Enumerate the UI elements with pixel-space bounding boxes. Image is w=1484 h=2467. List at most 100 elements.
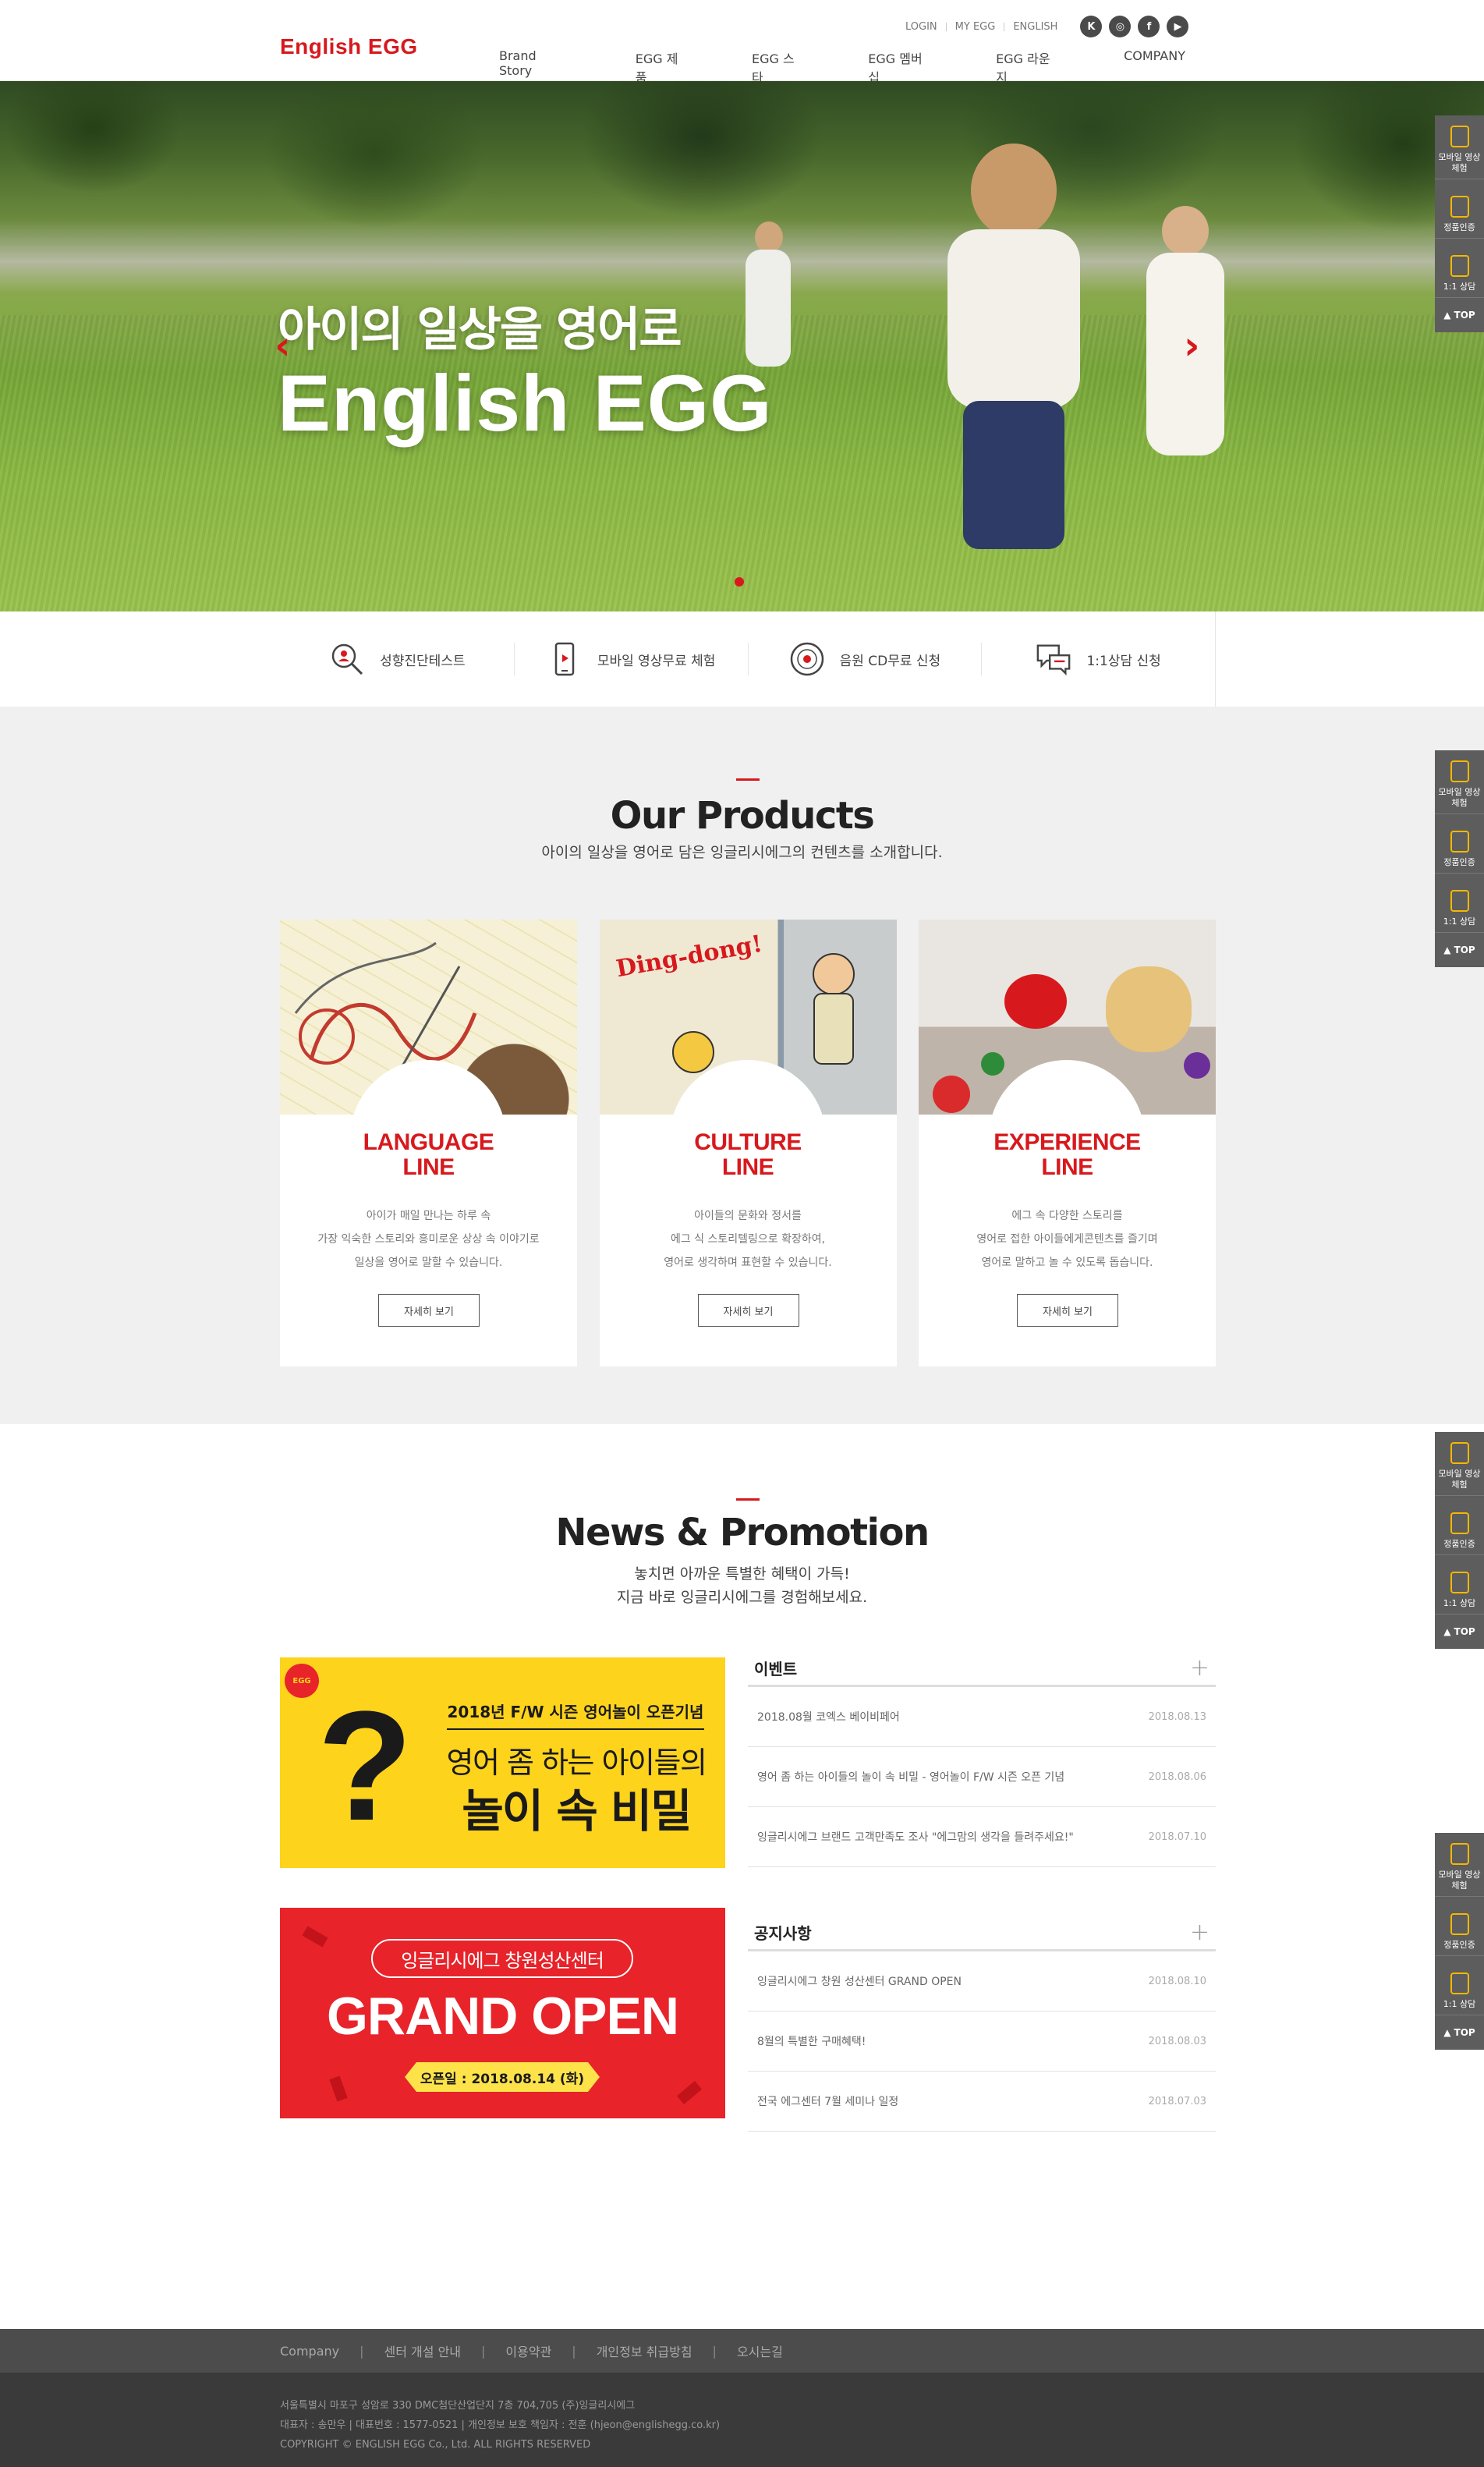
quick-item-label: 모바일 영상무료 체험 [597,653,716,669]
youtube-icon[interactable]: ▶ [1167,16,1189,37]
list-item[interactable]: 영어 좀 하는 아이들의 놀이 속 비밀 - 영어놀이 F/W 시즌 오픈 기념… [748,1747,1216,1807]
slider-pagination [735,577,744,587]
scroll-top-button[interactable]: ▲ TOP [1435,1615,1484,1649]
footer-info: 서울특별시 마포구 성암로 330 DMC첨단산업단지 7층 704,705 (… [0,2373,1484,2467]
slider-prev-button[interactable]: ‹ [274,323,291,368]
question-mark-graphic: ? [317,1679,413,1853]
banner-kicker: 2018년 F/W 시즌 영어놀이 오픈기념 [447,1700,704,1730]
section-title: News & Promotion [555,1511,930,1554]
more-button[interactable]: 자세히 보기 [697,1294,799,1327]
hero-subtitle: 아이의 일상을 영어로 [278,303,682,357]
sidebar-authentication[interactable]: 정품인증 [1435,179,1484,239]
up-arrow-icon: ▲ [1443,2027,1451,2038]
gift-icon [1450,1913,1469,1935]
product-cards: LANGUAGE LINE 아이가 매일 만나는 하루 속 가장 익숙한 스토리와… [280,920,1216,1366]
quick-item-personality-test[interactable]: 성향진단테스트 [280,611,514,707]
instagram-icon[interactable]: ◎ [1109,16,1132,37]
event-board: 이벤트 + 2018.08월 코엑스 베이비페어 2018.08.13 영어 좀 … [748,1651,1216,1867]
kakao-story-icon[interactable]: K [1080,16,1103,37]
sidebar-authentication[interactable]: 정품인증 [1435,1496,1484,1555]
sidebar-mobile-video[interactable]: 모바일 영상 체험 [1435,750,1484,814]
footer-link-center-open[interactable]: 센터 개설 안내 [384,2341,462,2360]
section-description: 아이의 일상을 영어로 담은 잉글리시에그의 컨텐츠를 소개합니다. [541,844,943,861]
sidebar-consultation[interactable]: 1:1 상담 [1435,1555,1484,1615]
section-title: Our Products [610,794,875,838]
product-line-name: EXPERIENCE LINE [993,1129,1141,1180]
gift-icon [1450,1512,1469,1534]
up-arrow-icon: ▲ [1443,1626,1451,1637]
floating-quick-bar: 모바일 영상 체험 정품인증 1:1 상담 ▲ TOP [1435,1432,1484,1649]
footer-nav: Company | 센터 개설 안내 | 이용약관 | 개인정보 취급방침 | … [280,2329,783,2373]
chat-icon [1035,640,1072,678]
up-arrow-icon: ▲ [1443,945,1451,955]
scroll-top-button[interactable]: ▲ TOP [1435,933,1484,967]
hero-photo-child [928,144,1107,580]
nav-egg-lounge[interactable]: EGG 라운지 [965,48,1093,86]
my-egg-link[interactable]: MY EGG [947,21,1004,33]
notice-board: 공지사항 + 잉글리시에그 창원 성산센터 GRAND OPEN 2018.08.… [748,1916,1216,2132]
list-item[interactable]: 2018.08월 코엑스 베이비페어 2018.08.13 [748,1687,1216,1747]
quick-item-cd-request[interactable]: 음원 CD무료 신청 [747,611,982,707]
event-banner[interactable]: EGG ? 2018년 F/W 시즌 영어놀이 오픈기념 영어 좀 하는 아이들… [280,1657,725,1868]
footer-link-privacy[interactable]: 개인정보 취급방침 [597,2341,692,2360]
sidebar-mobile-video[interactable]: 모바일 영상 체험 [1435,1833,1484,1897]
list-item[interactable]: 잉글리시에그 브랜드 고객만족도 조사 "에그맘의 생각을 들려주세요!" 201… [748,1807,1216,1867]
footer-link-terms[interactable]: 이용약관 [505,2341,551,2360]
list-item[interactable]: 8월의 특별한 구매혜택! 2018.08.03 [748,2012,1216,2072]
english-link[interactable]: ENGLISH [1004,21,1066,33]
mobile-icon [1450,1843,1469,1865]
mobile-icon [546,640,583,678]
sidebar-consultation[interactable]: 1:1 상담 [1435,239,1484,298]
banner-headline-bold: 놀이 속 비밀 [462,1785,692,1838]
scroll-top-button[interactable]: ▲ TOP [1435,2015,1484,2050]
product-card-experience[interactable]: EXPERIENCE LINE 에그 속 다양한 스토리를 영어로 접한 아이들에… [919,920,1216,1366]
open-date-ribbon: 오픈일 : 2018.08.14 (화) [405,2062,600,2092]
section-accent-bar [736,778,760,781]
more-button[interactable]: 자세히 보기 [1017,1294,1118,1327]
mobile-icon [1450,126,1469,147]
nav-company[interactable]: COMPANY [1093,48,1217,86]
social-links: K ◎ f ▶ [1080,16,1189,37]
footer-link-company[interactable]: Company [280,2344,339,2359]
product-description: 아이가 매일 만나는 하루 속 가장 익숙한 스토리와 흥미로운 상상 속 이야… [317,1210,540,1269]
more-plus-icon[interactable]: + [1190,1656,1210,1680]
product-description: 에그 속 다양한 스토리를 영어로 접한 아이들에게콘텐츠를 즐기며 영어로 말… [976,1210,1158,1269]
product-card-language[interactable]: LANGUAGE LINE 아이가 매일 만나는 하루 속 가장 익숙한 스토리와… [280,920,577,1366]
chat-icon [1450,1572,1469,1593]
sidebar-consultation[interactable]: 1:1 상담 [1435,874,1484,933]
nav-egg-star[interactable]: EGG 스타 [721,48,837,86]
sidebar-mobile-video[interactable]: 모바일 영상 체험 [1435,115,1484,179]
grand-open-banner[interactable]: 잉글리시에그 창원성산센터 GRAND OPEN 오픈일 : 2018.08.1… [280,1908,725,2118]
login-link[interactable]: LOGIN [897,21,946,33]
hero-title: English EGG [278,359,773,448]
sidebar-mobile-video[interactable]: 모바일 영상 체험 [1435,1432,1484,1496]
product-description: 아이들의 문화와 정서를 에그 식 스토리텔링으로 확장하여, 영어로 생각하며… [664,1210,832,1269]
nav-egg-membership[interactable]: EGG 멤버십 [837,48,965,86]
footer-link-directions[interactable]: 오시는길 [737,2341,783,2360]
nav-brand-story[interactable]: Brand Story [468,48,604,86]
facebook-icon[interactable]: f [1138,16,1160,37]
quick-item-consultation[interactable]: 1:1상담 신청 [981,611,1215,707]
more-button[interactable]: 자세히 보기 [378,1294,480,1327]
chat-icon [1450,890,1469,912]
main-nav: Brand Story EGG 제품 EGG 스타 EGG 멤버십 EGG 라운… [468,48,1217,86]
cd-icon [788,640,826,678]
more-plus-icon[interactable]: + [1190,1920,1210,1944]
list-item[interactable]: 전국 에그센터 7월 세미나 일정 2018.07.03 [748,2072,1216,2132]
floating-quick-bar: 모바일 영상 체험 정품인증 1:1 상담 ▲ TOP [1435,1833,1484,2050]
product-card-culture[interactable]: Ding-dong! CULTURE LINE 아이들의 문화와 정서를 에그 식… [599,920,897,1366]
sidebar-consultation[interactable]: 1:1 상담 [1435,1956,1484,2015]
slider-dot-active[interactable] [735,577,744,587]
scroll-top-button[interactable]: ▲ TOP [1435,298,1484,332]
floating-quick-bar: 모바일 영상 체험 정품인증 1:1 상담 ▲ TOP [1435,115,1484,332]
slider-next-button[interactable]: › [1184,323,1200,368]
nav-egg-products[interactable]: EGG 제품 [604,48,721,86]
quick-item-mobile-trial[interactable]: 모바일 영상무료 체험 [513,611,748,707]
sidebar-authentication[interactable]: 정품인증 [1435,814,1484,874]
up-arrow-icon: ▲ [1443,310,1451,321]
logo[interactable]: English EGG [280,34,418,59]
utility-menu: LOGIN MY EGG ENGLISH K ◎ f ▶ [897,16,1189,37]
list-item[interactable]: 잉글리시에그 창원 성산센터 GRAND OPEN 2018.08.10 [748,1951,1216,2012]
quick-item-label: 1:1상담 신청 [1086,653,1161,669]
sidebar-authentication[interactable]: 정품인증 [1435,1897,1484,1956]
